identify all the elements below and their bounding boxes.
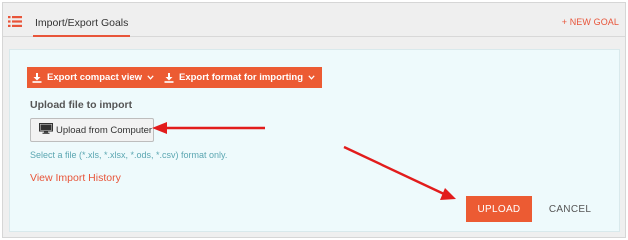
view-import-history-link[interactable]: View Import History: [30, 172, 121, 184]
new-goal-link[interactable]: + NEW GOAL: [562, 17, 619, 27]
monitor-icon: [38, 122, 54, 137]
export-compact-view-label: Export compact view: [47, 72, 143, 83]
upload-from-computer-button[interactable]: Upload from Computer: [30, 118, 154, 142]
upload-button[interactable]: UPLOAD: [466, 196, 532, 222]
cancel-button[interactable]: CANCEL: [540, 196, 600, 222]
export-format-for-importing-button[interactable]: Export format for importing: [159, 67, 323, 88]
import-export-panel: Export compact view Export format for im…: [9, 49, 620, 232]
app-frame: Import/Export Goals + NEW GOAL Export co…: [2, 2, 626, 238]
export-format-for-importing-label: Export format for importing: [179, 72, 304, 83]
download-icon: [164, 72, 174, 83]
tab-import-export-goals[interactable]: Import/Export Goals: [33, 15, 131, 37]
export-compact-view-button[interactable]: Export compact view: [27, 67, 162, 88]
upload-from-computer-label: Upload from Computer: [56, 124, 153, 136]
upload-section-label: Upload file to import: [30, 99, 133, 111]
list-menu-icon[interactable]: [8, 16, 22, 27]
file-format-hint: Select a file (*.xls, *.xlsx, *.ods, *.c…: [30, 150, 228, 160]
chevron-down-icon: [308, 75, 315, 80]
download-icon: [32, 72, 42, 83]
top-bar: Import/Export Goals + NEW GOAL: [3, 3, 625, 37]
chevron-down-icon: [147, 75, 154, 80]
